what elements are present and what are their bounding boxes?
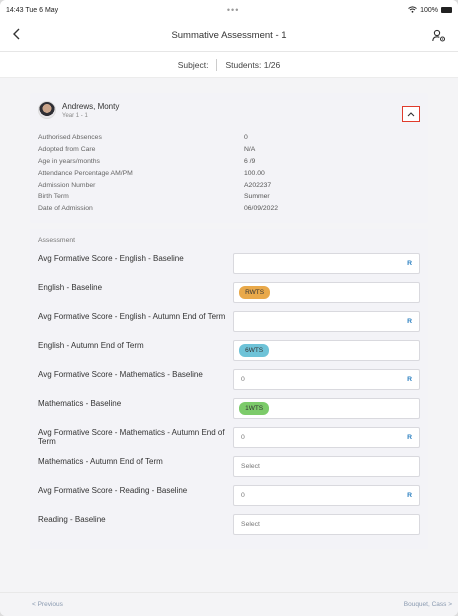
- assessment-label: English - Baseline: [38, 282, 103, 292]
- grade-select[interactable]: 6WTS: [233, 339, 420, 361]
- detail-row: Attendance Percentage AM/PM 100.00: [38, 167, 420, 179]
- students-count[interactable]: Students: 1/26: [225, 60, 280, 70]
- battery-icon: [441, 7, 452, 13]
- detail-label: Attendance Percentage AM/PM: [38, 169, 133, 177]
- wifi-icon: [408, 5, 417, 15]
- pager-bar: < Previous Bouquet, Cass >: [0, 592, 458, 616]
- status-bar: 14:43 Tue 6 May ••• 100%: [0, 0, 458, 20]
- next-student-button[interactable]: Bouquet, Cass >: [404, 601, 452, 608]
- grade-select[interactable]: Select: [233, 455, 420, 477]
- avatar: [38, 101, 56, 119]
- grade-badge: RWTS: [239, 285, 271, 299]
- grade-badge: 6WTS: [239, 343, 270, 357]
- user-gear-icon: [432, 29, 446, 42]
- assessment-title: Assessment: [38, 236, 76, 244]
- student-name: Andrews, Monty: [62, 101, 120, 111]
- assessment-row: Avg Formative Score - Reading - Baseline…: [38, 484, 420, 508]
- assessment-label: Avg Formative Score - Mathematics - Autu…: [38, 427, 225, 447]
- assessment-label: Reading - Baseline: [38, 514, 106, 524]
- assessment-row: Avg Formative Score - English - Autumn E…: [38, 310, 420, 334]
- detail-row: Birth Term Summer: [38, 191, 420, 203]
- detail-row: Authorised Absences 0: [38, 132, 420, 144]
- assessment-row: English - Autumn End of Term 6WTS: [38, 339, 420, 363]
- score-input[interactable]: 0R: [233, 426, 420, 448]
- student-details: Authorised Absences 0 Adopted from Care N/A…: [38, 132, 420, 215]
- filter-bar: Subject: Students: 1/26: [0, 52, 458, 78]
- user-settings-button[interactable]: [428, 29, 446, 42]
- detail-label: Authorised Absences: [38, 134, 102, 142]
- detail-value: A202237: [244, 181, 272, 189]
- assessment-row: Avg Formative Score - Mathematics - Autu…: [38, 426, 420, 450]
- collapse-button[interactable]: [402, 106, 420, 122]
- score-value: 0: [241, 433, 245, 441]
- assessment-label: Avg Formative Score - Reading - Baseline: [38, 485, 188, 495]
- assessment-row: Avg Formative Score - English - Baseline…: [38, 252, 420, 276]
- back-button[interactable]: [12, 27, 30, 45]
- detail-label: Admission Number: [38, 181, 96, 189]
- student-card: Andrews, Monty Year 1 - 1 Authorised Abs…: [30, 93, 428, 223]
- detail-value: Summer: [244, 193, 270, 201]
- status-date: Tue 6 May: [25, 6, 59, 14]
- detail-value: 100.00: [244, 169, 265, 177]
- score-input[interactable]: 0R: [233, 368, 420, 390]
- recalculate-button[interactable]: R: [407, 318, 412, 325]
- assessment-label: English - Autumn End of Term: [38, 340, 144, 350]
- score-input[interactable]: R: [233, 252, 420, 274]
- detail-row: Admission Number A202237: [38, 179, 420, 191]
- chevron-left-icon: [13, 28, 20, 39]
- score-input[interactable]: R: [233, 310, 420, 332]
- detail-label: Age in years/months: [38, 157, 100, 165]
- assessment-section: Assessment Avg Formative Score - English…: [30, 228, 428, 549]
- subject-filter[interactable]: Subject:: [178, 60, 209, 70]
- assessment-row: Reading - Baseline Select: [38, 513, 420, 537]
- assessment-row: Avg Formative Score - Mathematics - Base…: [38, 368, 420, 392]
- assessment-label: Avg Formative Score - English - Autumn E…: [38, 311, 226, 321]
- detail-row: Adopted from Care N/A: [38, 144, 420, 156]
- detail-label: Birth Term: [38, 193, 69, 201]
- multitask-dots[interactable]: •••: [227, 5, 239, 15]
- score-input[interactable]: 0R: [233, 484, 420, 506]
- grade-select[interactable]: RWTS: [233, 281, 420, 303]
- app-window: 14:43 Tue 6 May ••• 100% Summative Asses…: [0, 0, 458, 616]
- chevron-up-icon: [407, 112, 415, 117]
- status-time: 14:43: [6, 6, 24, 14]
- grade-select[interactable]: Select: [233, 513, 420, 535]
- recalculate-button[interactable]: R: [407, 492, 412, 499]
- detail-row: Age in years/months 6 /9: [38, 156, 420, 168]
- detail-value: 6 /9: [244, 157, 256, 165]
- main-content[interactable]: Andrews, Monty Year 1 - 1 Authorised Abs…: [0, 79, 458, 592]
- assessment-label: Avg Formative Score - Mathematics - Base…: [38, 369, 203, 379]
- recalculate-button[interactable]: R: [407, 434, 412, 441]
- recalculate-button[interactable]: R: [407, 376, 412, 383]
- detail-row: Date of Admission 06/09/2022: [38, 203, 420, 215]
- assessment-row: English - Baseline RWTS: [38, 281, 420, 305]
- grade-badge: 1WTS: [239, 401, 270, 415]
- score-value: 0: [241, 491, 245, 499]
- grade-select[interactable]: 1WTS: [233, 397, 420, 419]
- battery-percent: 100%: [420, 6, 438, 14]
- nav-bar: Summative Assessment - 1: [0, 20, 458, 52]
- detail-label: Adopted from Care: [38, 146, 96, 154]
- detail-label: Date of Admission: [38, 205, 93, 213]
- select-placeholder: Select: [241, 520, 260, 528]
- assessment-label: Mathematics - Baseline: [38, 398, 122, 408]
- divider: [216, 58, 218, 71]
- assessment-label: Avg Formative Score - English - Baseline: [38, 253, 184, 263]
- recalculate-button[interactable]: R: [407, 260, 412, 267]
- select-placeholder: Select: [241, 462, 260, 470]
- detail-value: N/A: [244, 146, 256, 154]
- detail-value: 06/09/2022: [244, 205, 279, 213]
- detail-value: 0: [244, 134, 248, 142]
- previous-button[interactable]: < Previous: [32, 601, 63, 608]
- student-year: Year 1 - 1: [62, 112, 88, 119]
- assessment-label: Mathematics - Autumn End of Term: [38, 456, 163, 466]
- page-title: Summative Assessment - 1: [171, 30, 287, 41]
- score-value: 0: [241, 375, 245, 383]
- assessment-row: Mathematics - Autumn End of Term Select: [38, 455, 420, 479]
- assessment-row: Mathematics - Baseline 1WTS: [38, 397, 420, 421]
